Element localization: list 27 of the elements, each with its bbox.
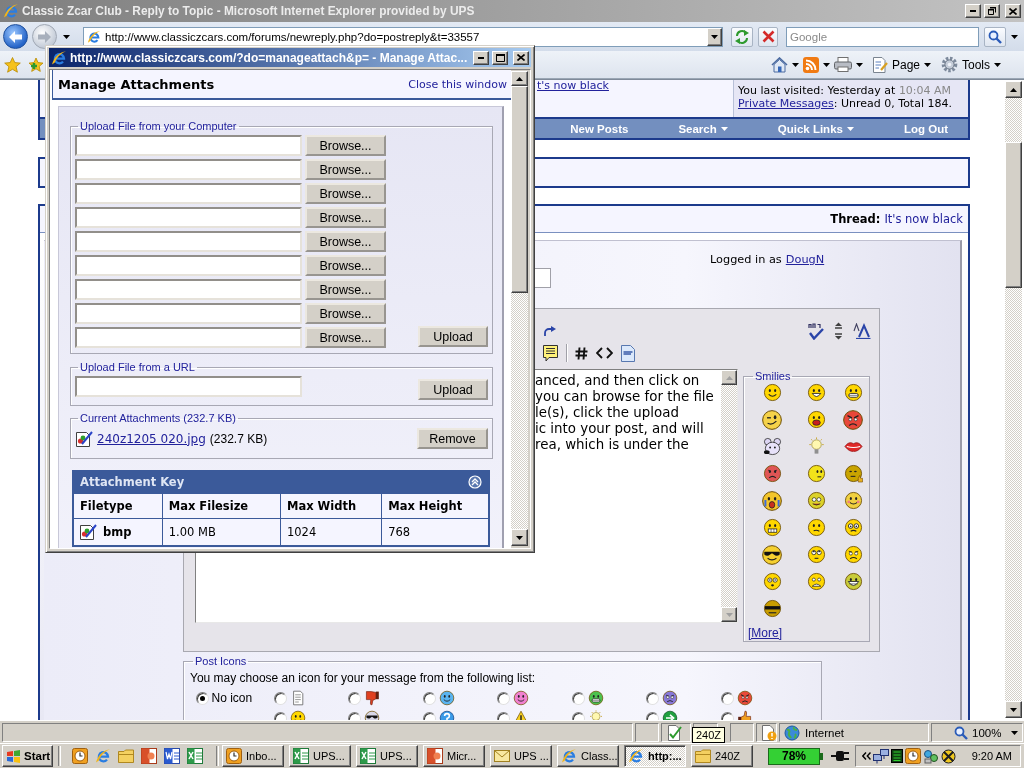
attachment-size: (232.7 KB) [209,431,268,446]
post-icons-legend: Post Icons [193,655,249,668]
current-attachments-legend: Current Attachments (232.7 KB) [78,412,238,425]
message-text: anced, and then click on you can browse for the file le(s), click the upload ic into your post, and will rea, which is under the [535,373,714,453]
logged-in-text: Logged in as [710,253,782,267]
window-title: Classic Zcar Club - Reply to Topic - Microsoft Internet Explorer provided by UPS [22,4,476,18]
column-header: Filetype [73,493,163,518]
message-count-text: : Unread 0, Total 184. [833,97,952,110]
post-icons-hint: You may choose an icon for your message from the following list: [190,671,537,685]
battery-indicator: 78% [768,747,820,765]
popup-title: http://www.classiczcars.com/?do=manageattach&p= - Manage Attac... [70,50,469,65]
zone-text: Internet [805,726,844,739]
tooltip: 240Z [692,727,726,743]
filetype-text: bmp [103,524,132,539]
upload-computer-legend: Upload File from your Computer [78,120,239,133]
smilies-legend: Smilies [753,370,793,383]
column-header: Max Height [381,493,489,518]
column-header: Max Filesize [162,493,281,518]
last-visited-text: You last visited: Yesterday at 10:04 AM [738,84,953,97]
table-title: Attachment Key [80,475,185,490]
column-header: Max Width [280,493,382,518]
option-label: No icon [211,691,253,705]
url-text: http://www.classiczcars.com/forums/newreply.php?do=postreply&t=33557 [105,30,481,43]
clock-text: 9:20 AM [971,750,1012,762]
popup-heading: Manage Attachments [58,76,215,92]
thread-label: Thread: [830,212,881,226]
upload-url-legend: Upload File from a URL [78,361,197,374]
